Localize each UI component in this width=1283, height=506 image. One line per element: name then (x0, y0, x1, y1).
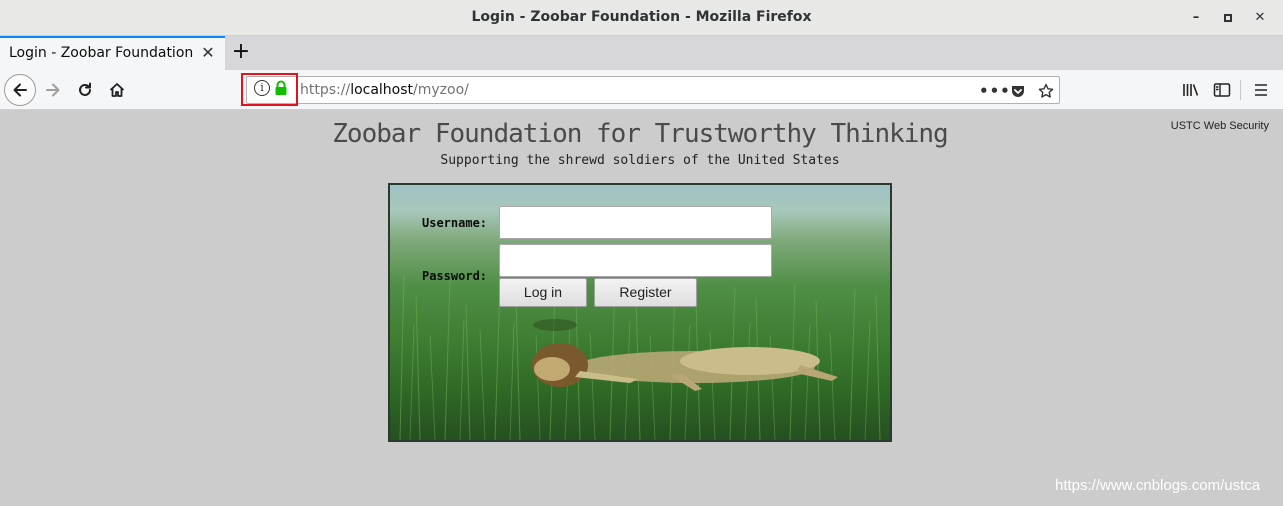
reload-button[interactable] (70, 75, 100, 105)
url-path: /myzoo/ (413, 82, 469, 98)
page-title: Zoobar Foundation for Trustworthy Thinki… (332, 119, 948, 149)
password-label: Password: (422, 269, 488, 283)
sidebar-button[interactable] (1207, 75, 1237, 105)
tab-close-icon[interactable]: ✕ (199, 44, 217, 62)
username-input[interactable] (499, 206, 772, 239)
pocket-shape (1012, 86, 1024, 97)
page-content: Zoobar Foundation for Trustworthy Thinki… (0, 111, 1283, 506)
watermark-text: https://www.cnblogs.com/ustca (1055, 477, 1261, 494)
back-button[interactable] (4, 74, 36, 106)
url-scheme: https:// (300, 82, 351, 98)
app-menu-button[interactable] (1246, 75, 1276, 105)
back-arrow-icon (13, 83, 27, 97)
tab-login[interactable]: Login - Zoobar Foundation ✕ (0, 36, 225, 70)
window-close-button[interactable]: ✕ (1250, 8, 1270, 28)
window-title: Login - Zoobar Foundation - Mozilla Fire… (471, 9, 812, 25)
page-actions-menu-icon[interactable]: ••• (979, 80, 1010, 102)
bookmark-star-icon[interactable] (1035, 80, 1057, 102)
hamburger-menu-icon (1255, 84, 1267, 96)
page-subtitle: Supporting the shrewd soldiers of the Un… (440, 153, 840, 168)
corner-note: USTC Web Security (1170, 120, 1269, 132)
url-text[interactable]: https://localhost/myzoo/ (300, 82, 469, 98)
forward-arrow-icon (46, 83, 60, 97)
url-bar[interactable]: https://localhost/myzoo/ ••• (246, 76, 1060, 104)
sidebar-icon (1213, 83, 1231, 97)
library-icon (1183, 84, 1199, 96)
secure-lock-icon[interactable] (274, 80, 288, 96)
password-input[interactable] (499, 244, 772, 277)
home-button[interactable] (102, 75, 132, 105)
home-icon (109, 83, 125, 97)
username-label: Username: (422, 216, 488, 230)
navigation-toolbar: https://localhost/myzoo/ ••• i (0, 70, 1283, 110)
forward-button[interactable] (38, 75, 68, 105)
new-tab-button[interactable]: + (228, 39, 254, 65)
identity-highlight-box: i (241, 73, 298, 106)
log-in-button[interactable]: Log in (499, 278, 587, 307)
login-panel: Username: Password: Log in Register (388, 183, 892, 442)
tab-strip: Login - Zoobar Foundation ✕ + (0, 36, 1283, 70)
window-titlebar: Login - Zoobar Foundation - Mozilla Fire… (0, 0, 1283, 36)
reload-icon (79, 82, 91, 96)
register-button[interactable]: Register (594, 278, 697, 307)
site-info-icon[interactable]: i (254, 80, 270, 96)
maximize-icon (1224, 14, 1232, 22)
maximize-button[interactable] (1218, 8, 1238, 28)
star-shape (1038, 83, 1054, 98)
url-host: localhost (350, 82, 414, 98)
library-button[interactable] (1176, 75, 1206, 105)
tab-label: Login - Zoobar Foundation (9, 45, 194, 61)
lion-image (532, 343, 838, 391)
toolbar-separator (1240, 80, 1241, 100)
minimize-button[interactable]: – (1186, 8, 1206, 28)
pocket-icon[interactable] (1007, 80, 1029, 102)
